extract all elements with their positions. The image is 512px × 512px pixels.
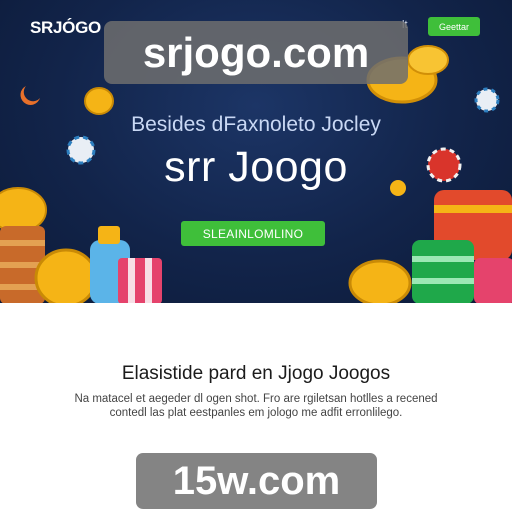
hero-cta-button[interactable]: SLEAINLOMLINO — [181, 221, 325, 246]
content-paragraph: Na matacel et aegeder dl ogen shot. Fro … — [74, 393, 438, 419]
hero-subtitle: Besides dFaxnoleto Jocley — [131, 113, 381, 136]
content-heading: Elasistide pard en Jjogo Joogos — [121, 363, 391, 384]
coin-icon — [34, 248, 98, 303]
watermark-top: srjogo.com — [104, 21, 408, 84]
moon-icon — [20, 86, 40, 105]
coin-icon — [0, 187, 47, 233]
hero-title: srr Joogo — [164, 143, 348, 191]
coin-icon — [84, 87, 114, 115]
nav-cta-button[interactable]: Geettar — [428, 17, 480, 36]
gift-box-icon — [118, 258, 162, 303]
site-logo[interactable]: SRJÓGO — [30, 18, 101, 38]
chip-stack — [474, 258, 512, 303]
coin-icon — [348, 259, 412, 303]
page: SRJÓGO lt Geettar Besides dFaxnoleto Joc… — [0, 0, 512, 512]
chip-stack — [412, 240, 474, 303]
poker-chip-icon — [474, 87, 500, 113]
watermark-bottom: 15w.com — [136, 453, 377, 509]
